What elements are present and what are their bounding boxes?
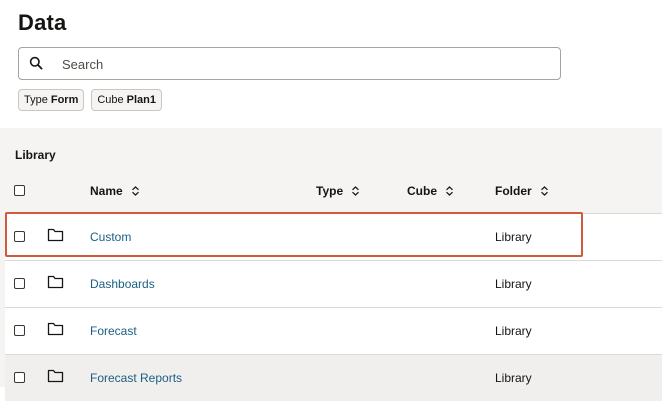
folder-icon: [47, 228, 64, 242]
search-input[interactable]: [62, 55, 542, 73]
row-checkbox[interactable]: [14, 278, 25, 289]
filter-chip-key: Type: [24, 94, 48, 106]
column-header-label: Name: [90, 184, 123, 198]
select-all-checkbox[interactable]: [14, 185, 25, 196]
page-header: Data Type Form Cube Plan1: [0, 0, 662, 128]
table-row[interactable]: Forecast Library: [5, 307, 662, 354]
row-folder: Library: [495, 277, 532, 291]
row-name-link[interactable]: Custom: [90, 230, 131, 244]
search-box[interactable]: [18, 47, 561, 80]
folder-icon: [47, 369, 64, 383]
filter-chips: Type Form Cube Plan1: [18, 89, 163, 111]
filter-chip-cube[interactable]: Cube Plan1: [91, 89, 163, 111]
row-checkbox[interactable]: [14, 325, 25, 336]
column-header-label: Type: [316, 184, 344, 198]
filter-chip-value: Plan1: [126, 94, 157, 106]
folder-icon: [47, 322, 64, 336]
filter-chip-type[interactable]: Type Form: [18, 89, 85, 111]
column-header-type[interactable]: Type: [316, 184, 360, 198]
row-checkbox[interactable]: [14, 372, 25, 383]
column-header-label: Folder: [495, 184, 532, 198]
column-header-name[interactable]: Name: [90, 184, 140, 198]
table-row[interactable]: Custom Library: [5, 213, 662, 260]
row-folder: Library: [495, 371, 532, 385]
table-row[interactable]: Dashboards Library: [5, 260, 662, 307]
search-icon: [29, 56, 43, 70]
table-row[interactable]: Forecast Reports Library: [5, 354, 662, 401]
table-header: Name Type Cube Folder: [5, 175, 662, 213]
column-header-cube[interactable]: Cube: [407, 184, 454, 198]
sort-icon: [540, 186, 548, 196]
section-label: Library: [15, 148, 56, 162]
page-title: Data: [18, 10, 67, 35]
column-header-folder[interactable]: Folder: [495, 184, 549, 198]
sort-icon: [446, 186, 453, 196]
row-name-link[interactable]: Forecast Reports: [90, 371, 182, 385]
column-header-label: Cube: [407, 184, 437, 198]
results-panel: Library Name Type Cube Folder Custom Lib…: [0, 128, 662, 401]
data-table: Name Type Cube Folder Custom Library Das…: [5, 175, 662, 401]
row-name-link[interactable]: Forecast: [90, 324, 137, 338]
sort-icon: [131, 186, 139, 196]
folder-icon: [47, 275, 64, 289]
row-folder: Library: [495, 324, 532, 338]
row-folder: Library: [495, 230, 532, 244]
filter-chip-value: Form: [50, 94, 79, 106]
filter-chip-key: Cube: [97, 94, 124, 106]
sort-icon: [352, 186, 360, 196]
row-checkbox[interactable]: [14, 231, 25, 242]
row-name-link[interactable]: Dashboards: [90, 277, 155, 291]
